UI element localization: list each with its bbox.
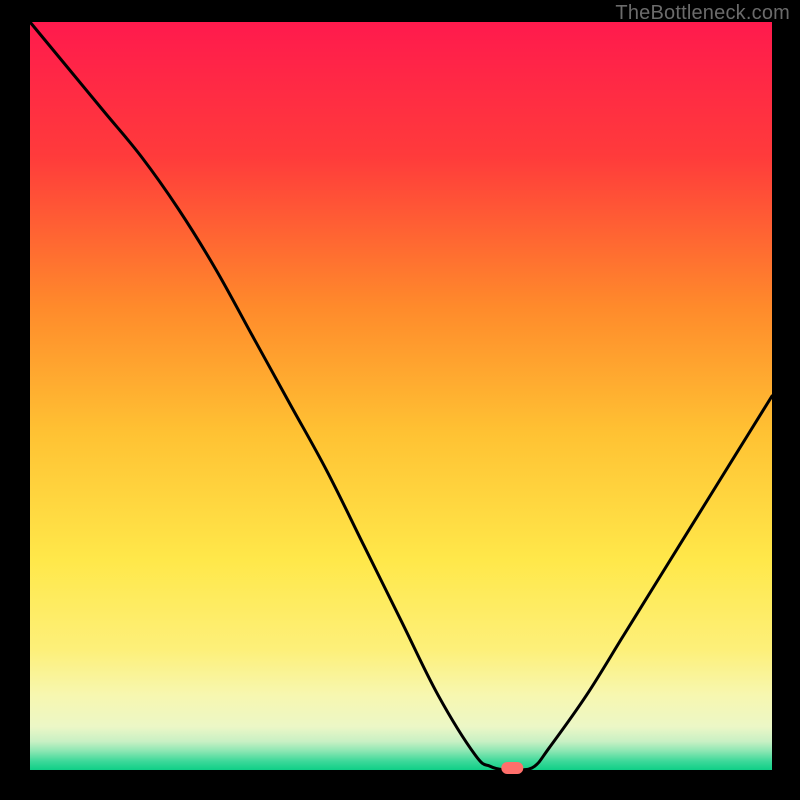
chart-canvas: [0, 0, 800, 800]
optimum-marker: [501, 762, 523, 774]
watermark-text: TheBottleneck.com: [615, 2, 790, 25]
bottleneck-chart: TheBottleneck.com: [0, 0, 800, 800]
plot-background: [30, 22, 772, 770]
